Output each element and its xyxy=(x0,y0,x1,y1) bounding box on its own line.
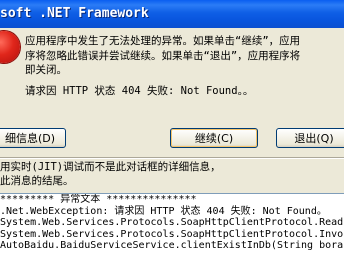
error-message-line: 应用程序中发生了无法处理的异常。如果单击“继续”，应用 xyxy=(25,35,301,47)
window-title: soft .NET Framework xyxy=(0,6,149,21)
title-bar[interactable]: soft .NET Framework xyxy=(0,0,344,28)
exception-line: System.Web.Services.Protocols.SoapHttpCl… xyxy=(0,228,344,240)
exception-line: AutoBaidu.BaiduServiceService.clientExis… xyxy=(0,240,344,251)
details-button[interactable]: 细信息(D) xyxy=(0,128,66,148)
error-detail: 请求因 HTTP 状态 404 失败: Not Found。。 xyxy=(25,85,254,97)
error-icon xyxy=(0,31,20,63)
jit-info-line: 用实时(JIT)调试而不是此对话框的详细信息， xyxy=(0,161,221,173)
error-message-line: 序将忽略此错误并尝试继续。如果单击“退出”，应用程序将 xyxy=(25,49,301,62)
jit-info-text: 用实时(JIT)调试而不是此对话框的详细信息， 此消息的结尾。 xyxy=(0,160,344,188)
exit-button[interactable]: 退出(Q) xyxy=(276,128,344,148)
separator xyxy=(0,157,344,159)
error-message-line: 即关闭。 xyxy=(25,64,67,76)
exception-text-area[interactable]: ********* 异常文本 *************** .Net.WebE… xyxy=(0,193,344,259)
jit-info-line: 此消息的结尾。 xyxy=(0,175,74,187)
exception-header: ********* 异常文本 *************** xyxy=(0,194,197,205)
exception-line: System.Web.Services.Protocols.SoapHttpCl… xyxy=(0,217,344,228)
exception-line: .Net.WebException: 请求因 HTTP 状态 404 失败: N… xyxy=(0,205,327,217)
continue-button[interactable]: 继续(C) xyxy=(170,128,258,148)
error-message: 应用程序中发生了无法处理的异常。如果单击“继续”，应用 序将忽略此错误并尝试继续。… xyxy=(25,34,344,78)
